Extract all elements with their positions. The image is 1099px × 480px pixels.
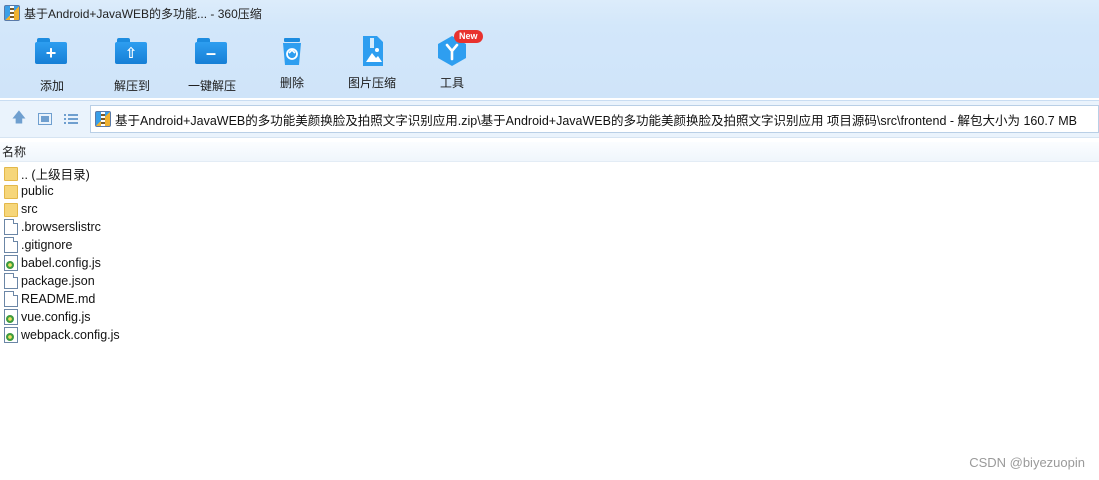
title-bar: 基于Android+JavaWEB的多功能... - 360压缩 (0, 0, 1099, 26)
app-icon (4, 5, 20, 21)
window-title: 基于Android+JavaWEB的多功能... - 360压缩 (24, 6, 262, 21)
file-name: babel.config.js (21, 256, 101, 270)
up-arrow-icon[interactable]: 🡅 (10, 109, 28, 128)
image-compress-icon (363, 36, 383, 66)
list-view-icon[interactable] (62, 110, 80, 128)
image-compress-label: 图片压缩 (347, 76, 396, 90)
file-name: webpack.config.js (21, 328, 120, 342)
js-file-icon (4, 309, 18, 325)
document-icon (4, 291, 18, 307)
add-folder-icon: + (35, 38, 69, 71)
list-item[interactable]: package.json (0, 272, 1099, 290)
one-click-extract-button[interactable]: – 一键解压 (172, 34, 252, 94)
js-file-icon (4, 255, 18, 271)
tools-button[interactable]: New 工具 (412, 30, 492, 94)
add-label: 添加 (39, 79, 64, 93)
nav-bar: 🡅 基于Android+JavaWEB的多功能美颜换脸及拍照文字识别应用.zip… (0, 100, 1099, 138)
image-compress-button[interactable]: 图片压缩 (332, 34, 412, 94)
list-item[interactable]: .gitignore (0, 236, 1099, 254)
document-icon (4, 219, 18, 235)
list-item[interactable]: .browserslistrc (0, 218, 1099, 236)
one-click-extract-label: 一键解压 (187, 79, 236, 93)
list-item[interactable]: public (0, 182, 1099, 200)
add-button[interactable]: + 添加 (12, 34, 92, 94)
one-click-extract-icon: – (195, 38, 229, 71)
file-name: package.json (21, 274, 95, 288)
list-item[interactable]: .. (上级目录) (0, 164, 1099, 182)
file-list: .. (上级目录) public src .browserslistrc .gi… (0, 164, 1099, 364)
file-name: vue.config.js (21, 310, 91, 324)
list-item[interactable]: webpack.config.js (0, 326, 1099, 344)
thumbnail-view-icon[interactable] (36, 110, 54, 128)
extract-to-label: 解压到 (113, 79, 150, 93)
delete-label: 删除 (279, 76, 304, 90)
folder-icon (4, 184, 18, 199)
folder-icon (4, 202, 18, 217)
watermark: CSDN @biyezuopin (969, 455, 1085, 470)
document-icon (4, 237, 18, 253)
js-file-icon (4, 327, 18, 343)
archive-window: 基于Android+JavaWEB的多功能... - 360压缩 + 添加 ⇧ … (0, 0, 1099, 480)
column-header: 名称 (0, 142, 1099, 162)
file-name: src (21, 202, 38, 216)
list-item[interactable]: vue.config.js (0, 308, 1099, 326)
extract-to-button[interactable]: ⇧ 解压到 (92, 34, 172, 94)
document-icon (4, 273, 18, 289)
file-name: .browserslistrc (21, 220, 101, 234)
column-name-header[interactable]: 名称 (2, 143, 26, 160)
tools-label: 工具 (439, 76, 464, 90)
new-badge: New (454, 30, 483, 43)
list-item[interactable]: src (0, 200, 1099, 218)
address-path: 基于Android+JavaWEB的多功能美颜换脸及拍照文字识别应用.zip\基… (115, 113, 1077, 128)
file-name: public (21, 184, 54, 198)
delete-button[interactable]: 删除 (252, 34, 332, 94)
trash-icon (283, 38, 301, 65)
file-name: README.md (21, 292, 96, 306)
file-name: .gitignore (21, 238, 73, 252)
file-name: .. (上级目录) (21, 167, 90, 182)
folder-icon (4, 166, 18, 181)
archive-icon (95, 111, 111, 127)
list-item[interactable]: babel.config.js (0, 254, 1099, 272)
extract-to-icon: ⇧ (115, 38, 149, 71)
toolbar: + 添加 ⇧ 解压到 – 一键解压 删除 图片压缩 New 工具 (0, 26, 1099, 98)
address-bar[interactable]: 基于Android+JavaWEB的多功能美颜换脸及拍照文字识别应用.zip\基… (90, 105, 1099, 133)
list-item[interactable]: README.md (0, 290, 1099, 308)
